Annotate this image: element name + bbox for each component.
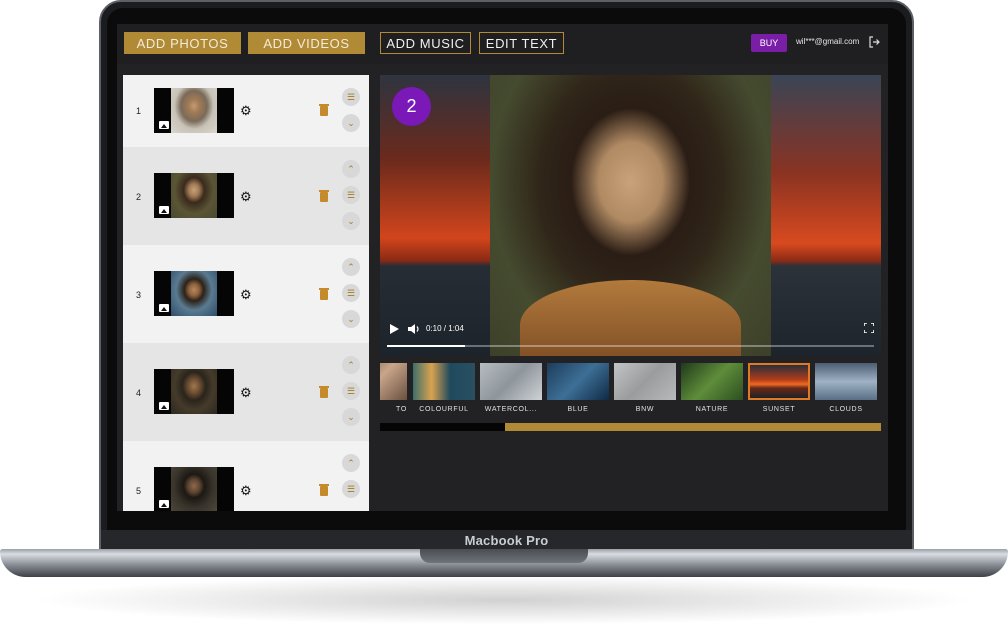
add-photos-button[interactable]: ADD PHOTOS: [124, 32, 241, 54]
slide-number: 3: [136, 290, 142, 300]
app-screen: ADD PHOTOS ADD VIDEOS ADD MUSIC EDIT TEX…: [117, 24, 888, 511]
buy-button[interactable]: BUY: [751, 34, 787, 52]
filter-option-selected[interactable]: SUNSET: [748, 363, 810, 423]
filter-label: SUNSET: [762, 406, 796, 413]
image-icon: [159, 206, 169, 214]
reorder-icon[interactable]: ☰: [342, 186, 360, 204]
gear-icon[interactable]: ⚙: [240, 190, 252, 203]
slide-row[interactable]: 2 ⚙ ⌃ ☰ ⌄: [123, 147, 369, 245]
filter-label: BNW: [635, 406, 655, 413]
slide-badge: 2: [392, 87, 431, 126]
slide-row[interactable]: 5 ⚙ ⌃ ☰: [123, 441, 369, 511]
seek-bar[interactable]: [387, 345, 874, 347]
gear-icon[interactable]: ⚙: [240, 386, 252, 399]
filter-option[interactable]: COLOURFUL: [413, 363, 475, 423]
chevron-down-icon[interactable]: ⌄: [342, 310, 360, 328]
chevron-up-icon[interactable]: ⌃: [342, 356, 360, 374]
filter-option[interactable]: BLUE: [547, 363, 609, 423]
toolbar: ADD PHOTOS ADD VIDEOS ADD MUSIC EDIT TEX…: [117, 24, 888, 64]
slide-number: 2: [136, 192, 142, 202]
slide-row[interactable]: 3 ⚙ ⌃ ☰ ⌄: [123, 245, 369, 343]
gear-icon[interactable]: ⚙: [240, 484, 252, 497]
slide-number: 4: [136, 388, 142, 398]
chevron-up-icon[interactable]: ⌃: [342, 454, 360, 472]
filter-strip: TO COLOURFUL WATERCOL... BLUE BNW NATURE…: [380, 363, 881, 423]
slide-row[interactable]: 1 ⚙ ☰ ⌄: [123, 75, 369, 147]
slide-number: 1: [136, 106, 142, 116]
slide-number: 5: [136, 486, 142, 496]
sunset-background: [771, 75, 881, 356]
image-icon: [159, 500, 169, 508]
fullscreen-icon[interactable]: [864, 323, 874, 333]
delete-icon[interactable]: [319, 484, 329, 496]
timeline-progress[interactable]: [380, 423, 881, 431]
reorder-icon[interactable]: ☰: [342, 382, 360, 400]
filter-option[interactable]: CLOUDS: [815, 363, 877, 423]
video-player[interactable]: 2 0:10 / 1:04: [380, 75, 881, 356]
slide-thumbnail[interactable]: [154, 467, 234, 511]
logout-icon[interactable]: [868, 36, 880, 48]
add-videos-button[interactable]: ADD VIDEOS: [248, 32, 365, 54]
slide-thumbnail[interactable]: [154, 369, 234, 414]
filter-option[interactable]: TO: [380, 363, 407, 423]
delete-icon[interactable]: [319, 386, 329, 398]
add-music-button[interactable]: ADD MUSIC: [380, 32, 471, 54]
play-icon[interactable]: [390, 324, 399, 334]
image-icon: [159, 304, 169, 312]
filter-label: NATURE: [695, 406, 729, 413]
reorder-icon[interactable]: ☰: [342, 480, 360, 498]
laptop-notch: [420, 549, 588, 563]
seek-bar-fill: [387, 345, 465, 347]
filter-label: TO: [396, 406, 407, 413]
chevron-down-icon[interactable]: ⌄: [342, 408, 360, 426]
filter-label: COLOURFUL: [419, 406, 469, 413]
device-label: Macbook Pro: [464, 533, 549, 548]
chevron-down-icon[interactable]: ⌄: [342, 212, 360, 230]
timeline-progress-fill: [380, 423, 506, 431]
filter-label: WATERCOL...: [484, 406, 538, 413]
slide-row[interactable]: 4 ⚙ ⌃ ☰ ⌄: [123, 343, 369, 441]
time-display: 0:10 / 1:04: [426, 324, 464, 333]
gear-icon[interactable]: ⚙: [240, 288, 252, 301]
delete-icon[interactable]: [319, 288, 329, 300]
delete-icon[interactable]: [319, 104, 329, 116]
filter-option[interactable]: NATURE: [681, 363, 743, 423]
edit-text-button[interactable]: EDIT TEXT: [479, 32, 564, 54]
reorder-icon[interactable]: ☰: [342, 284, 360, 302]
laptop-shadow: [30, 575, 978, 625]
delete-icon[interactable]: [319, 190, 329, 202]
gear-icon[interactable]: ⚙: [240, 104, 252, 117]
image-icon: [159, 121, 169, 129]
slide-thumbnail[interactable]: [154, 88, 234, 133]
slide-thumbnail[interactable]: [154, 271, 234, 316]
user-email: wil***@gmail.com: [796, 37, 860, 46]
slide-thumbnail[interactable]: [154, 173, 234, 218]
reorder-icon[interactable]: ☰: [342, 88, 360, 106]
filter-label: CLOUDS: [829, 406, 863, 413]
chevron-up-icon[interactable]: ⌃: [342, 258, 360, 276]
slide-list: 1 ⚙ ☰ ⌄ 2 ⚙ ⌃ ☰ ⌄ 3 ⚙ ⌃ ☰ ⌄ 4 ⚙ ⌃ ☰ ⌄ 5 …: [123, 75, 369, 511]
filter-option[interactable]: BNW: [614, 363, 676, 423]
filter-label: BLUE: [567, 406, 589, 413]
volume-icon[interactable]: [408, 324, 420, 334]
image-icon: [159, 402, 169, 410]
chevron-up-icon[interactable]: ⌃: [342, 160, 360, 178]
chevron-down-icon[interactable]: ⌄: [342, 114, 360, 132]
filter-option[interactable]: WATERCOL...: [480, 363, 542, 423]
